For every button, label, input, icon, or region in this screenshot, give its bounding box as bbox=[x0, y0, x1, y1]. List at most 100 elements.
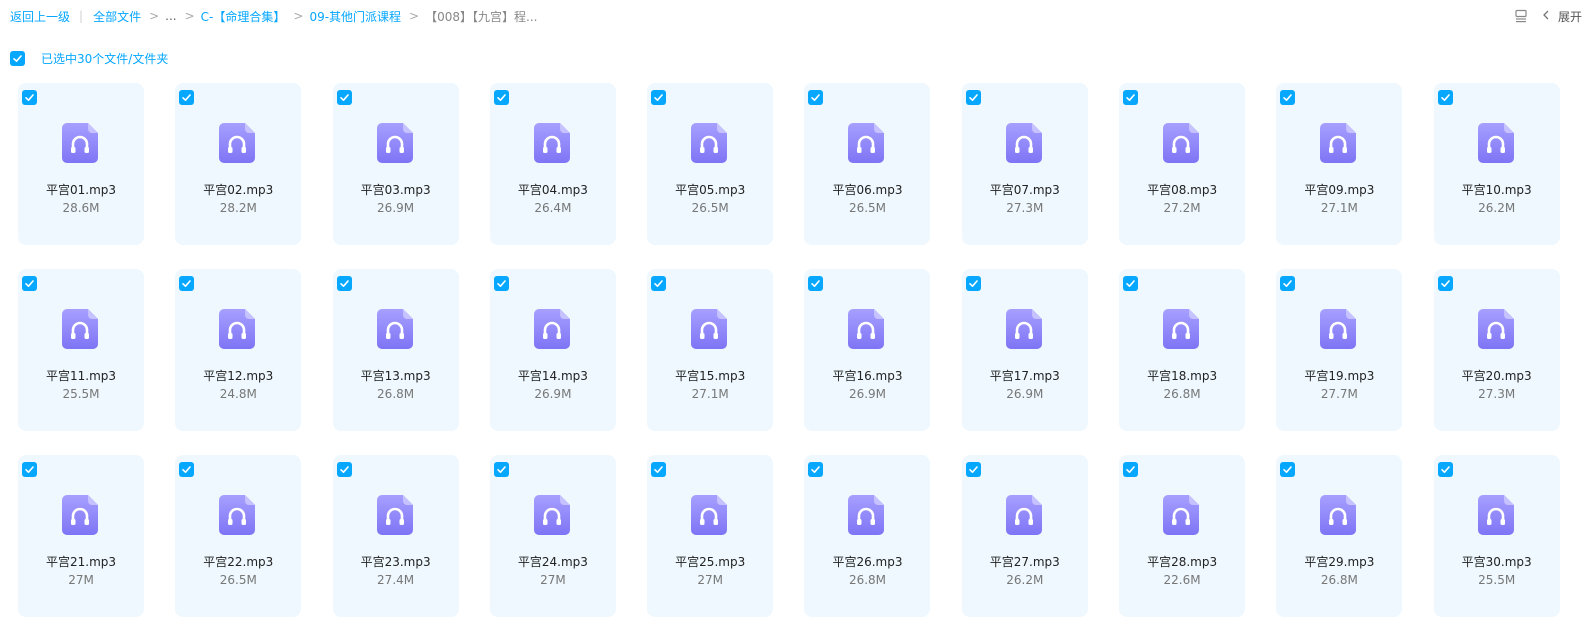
audio-file-icon bbox=[1163, 123, 1200, 163]
check-icon bbox=[497, 280, 506, 287]
file-card[interactable]: 平宫21.mp3 27M bbox=[18, 455, 144, 617]
file-size: 25.5M bbox=[62, 387, 100, 401]
file-card[interactable]: 平宫29.mp3 26.8M bbox=[1276, 455, 1403, 617]
file-checkbox[interactable] bbox=[1437, 462, 1453, 477]
file-checkbox[interactable] bbox=[1123, 462, 1139, 477]
file-size: 28.6M bbox=[62, 201, 100, 215]
file-card[interactable]: 平宫28.mp3 22.6M bbox=[1119, 455, 1246, 617]
file-card[interactable]: 平宫23.mp3 27.4M bbox=[332, 455, 459, 617]
file-card[interactable]: 平宫02.mp3 28.2M bbox=[175, 83, 302, 245]
list-layout-icon[interactable] bbox=[1514, 9, 1528, 23]
file-checkbox[interactable] bbox=[493, 462, 509, 477]
file-size: 27.3M bbox=[1478, 387, 1516, 401]
file-card[interactable]: 平宫12.mp3 24.8M bbox=[175, 269, 302, 431]
file-card[interactable]: 平宫15.mp3 27.1M bbox=[647, 269, 774, 431]
file-checkbox[interactable] bbox=[1437, 276, 1453, 291]
file-size: 26.9M bbox=[1006, 387, 1044, 401]
file-checkbox[interactable] bbox=[1280, 276, 1296, 291]
audio-file-icon bbox=[1005, 309, 1042, 349]
file-checkbox[interactable] bbox=[965, 276, 981, 291]
check-icon bbox=[654, 94, 663, 101]
file-checkbox[interactable] bbox=[1123, 90, 1139, 105]
file-card[interactable]: 平宫14.mp3 26.9M bbox=[489, 269, 616, 431]
check-icon bbox=[1126, 94, 1135, 101]
file-size: 22.6M bbox=[1163, 573, 1201, 587]
selection-bar: 已选中30个文件/文件夹 bbox=[10, 50, 168, 66]
file-size: 27.1M bbox=[691, 387, 729, 401]
file-card[interactable]: 平宫16.mp3 26.9M bbox=[804, 269, 931, 431]
file-checkbox[interactable] bbox=[493, 276, 509, 291]
breadcrumb-item-folder-c[interactable]: C-【命理合集】 bbox=[201, 8, 286, 25]
breadcrumb-item-folder-09[interactable]: 09-其他门派课程 bbox=[309, 8, 401, 25]
audio-file-icon bbox=[62, 309, 98, 349]
file-checkbox[interactable] bbox=[336, 462, 352, 477]
file-card[interactable]: 平宫11.mp3 25.5M bbox=[18, 269, 144, 431]
file-card[interactable]: 平宫01.mp3 28.6M bbox=[18, 83, 144, 245]
file-card[interactable]: 平宫18.mp3 26.8M bbox=[1119, 269, 1246, 431]
file-card[interactable]: 平宫24.mp3 27M bbox=[489, 455, 616, 617]
file-checkbox[interactable] bbox=[651, 462, 667, 477]
check-icon bbox=[182, 94, 192, 101]
file-card[interactable]: 平宫26.mp3 26.8M bbox=[804, 455, 931, 617]
file-checkbox[interactable] bbox=[336, 90, 352, 105]
audio-file-icon bbox=[1477, 309, 1514, 349]
file-card[interactable]: 平宫27.mp3 26.2M bbox=[961, 455, 1088, 617]
audio-file-icon bbox=[848, 123, 885, 163]
file-checkbox[interactable] bbox=[179, 462, 195, 477]
file-checkbox[interactable] bbox=[651, 90, 667, 105]
file-card[interactable]: 平宫07.mp3 27.3M bbox=[961, 83, 1088, 245]
file-card[interactable]: 平宫09.mp3 27.1M bbox=[1276, 83, 1403, 245]
select-all-checkbox[interactable] bbox=[10, 50, 25, 66]
check-icon bbox=[1283, 94, 1293, 101]
file-card[interactable]: 平宫06.mp3 26.5M bbox=[804, 83, 931, 245]
file-size: 26.9M bbox=[534, 387, 572, 401]
file-checkbox[interactable] bbox=[1437, 90, 1453, 105]
file-checkbox[interactable] bbox=[808, 462, 824, 477]
breadcrumb-item-collapsed[interactable]: ... bbox=[165, 9, 176, 23]
file-card[interactable]: 平宫08.mp3 27.2M bbox=[1119, 83, 1246, 245]
file-card[interactable]: 平宫19.mp3 27.7M bbox=[1276, 269, 1403, 431]
check-icon bbox=[1440, 280, 1450, 287]
file-checkbox[interactable] bbox=[336, 276, 352, 291]
file-card[interactable]: 平宫30.mp3 25.5M bbox=[1433, 455, 1560, 617]
file-checkbox[interactable] bbox=[1280, 462, 1296, 477]
file-checkbox[interactable] bbox=[22, 276, 37, 291]
file-card[interactable]: 平宫10.mp3 26.2M bbox=[1433, 83, 1560, 245]
file-card[interactable]: 平宫05.mp3 26.5M bbox=[647, 83, 774, 245]
breadcrumb-item-all-files[interactable]: 全部文件 bbox=[93, 8, 141, 25]
file-checkbox[interactable] bbox=[1123, 276, 1139, 291]
check-icon bbox=[968, 466, 978, 473]
file-checkbox[interactable] bbox=[179, 90, 195, 105]
check-icon bbox=[1440, 466, 1450, 473]
file-checkbox[interactable] bbox=[808, 90, 824, 105]
back-link[interactable]: 返回上一级 bbox=[10, 8, 70, 25]
audio-file-icon bbox=[1320, 309, 1357, 349]
audio-file-icon bbox=[848, 495, 885, 535]
file-checkbox[interactable] bbox=[179, 276, 195, 291]
breadcrumb-separator-icon: > bbox=[293, 9, 304, 23]
file-checkbox[interactable] bbox=[651, 276, 667, 291]
file-name: 平宫23.mp3 bbox=[360, 555, 431, 569]
file-checkbox[interactable] bbox=[808, 276, 824, 291]
audio-file-icon bbox=[219, 123, 256, 163]
file-checkbox[interactable] bbox=[22, 90, 37, 105]
file-name: 平宫05.mp3 bbox=[675, 183, 746, 197]
file-checkbox[interactable] bbox=[965, 90, 981, 105]
file-card[interactable]: 平宫20.mp3 27.3M bbox=[1433, 269, 1560, 431]
file-checkbox[interactable] bbox=[493, 90, 509, 105]
file-size: 27M bbox=[68, 573, 94, 587]
file-card[interactable]: 平宫22.mp3 26.5M bbox=[175, 455, 302, 617]
file-card[interactable]: 平宫03.mp3 26.9M bbox=[332, 83, 459, 245]
file-checkbox[interactable] bbox=[965, 462, 981, 477]
file-card[interactable]: 平宫04.mp3 26.4M bbox=[489, 83, 616, 245]
file-card[interactable]: 平宫17.mp3 26.9M bbox=[961, 269, 1088, 431]
file-card[interactable]: 平宫25.mp3 27M bbox=[647, 455, 774, 617]
file-checkbox[interactable] bbox=[1280, 90, 1296, 105]
check-icon bbox=[1283, 280, 1293, 287]
file-card[interactable]: 平宫13.mp3 26.8M bbox=[332, 269, 459, 431]
expand-button[interactable]: 展开 bbox=[1542, 8, 1582, 25]
file-name: 平宫20.mp3 bbox=[1461, 369, 1532, 383]
file-checkbox[interactable] bbox=[22, 462, 37, 477]
file-size: 26.4M bbox=[534, 201, 572, 215]
file-size: 26.5M bbox=[219, 573, 257, 587]
